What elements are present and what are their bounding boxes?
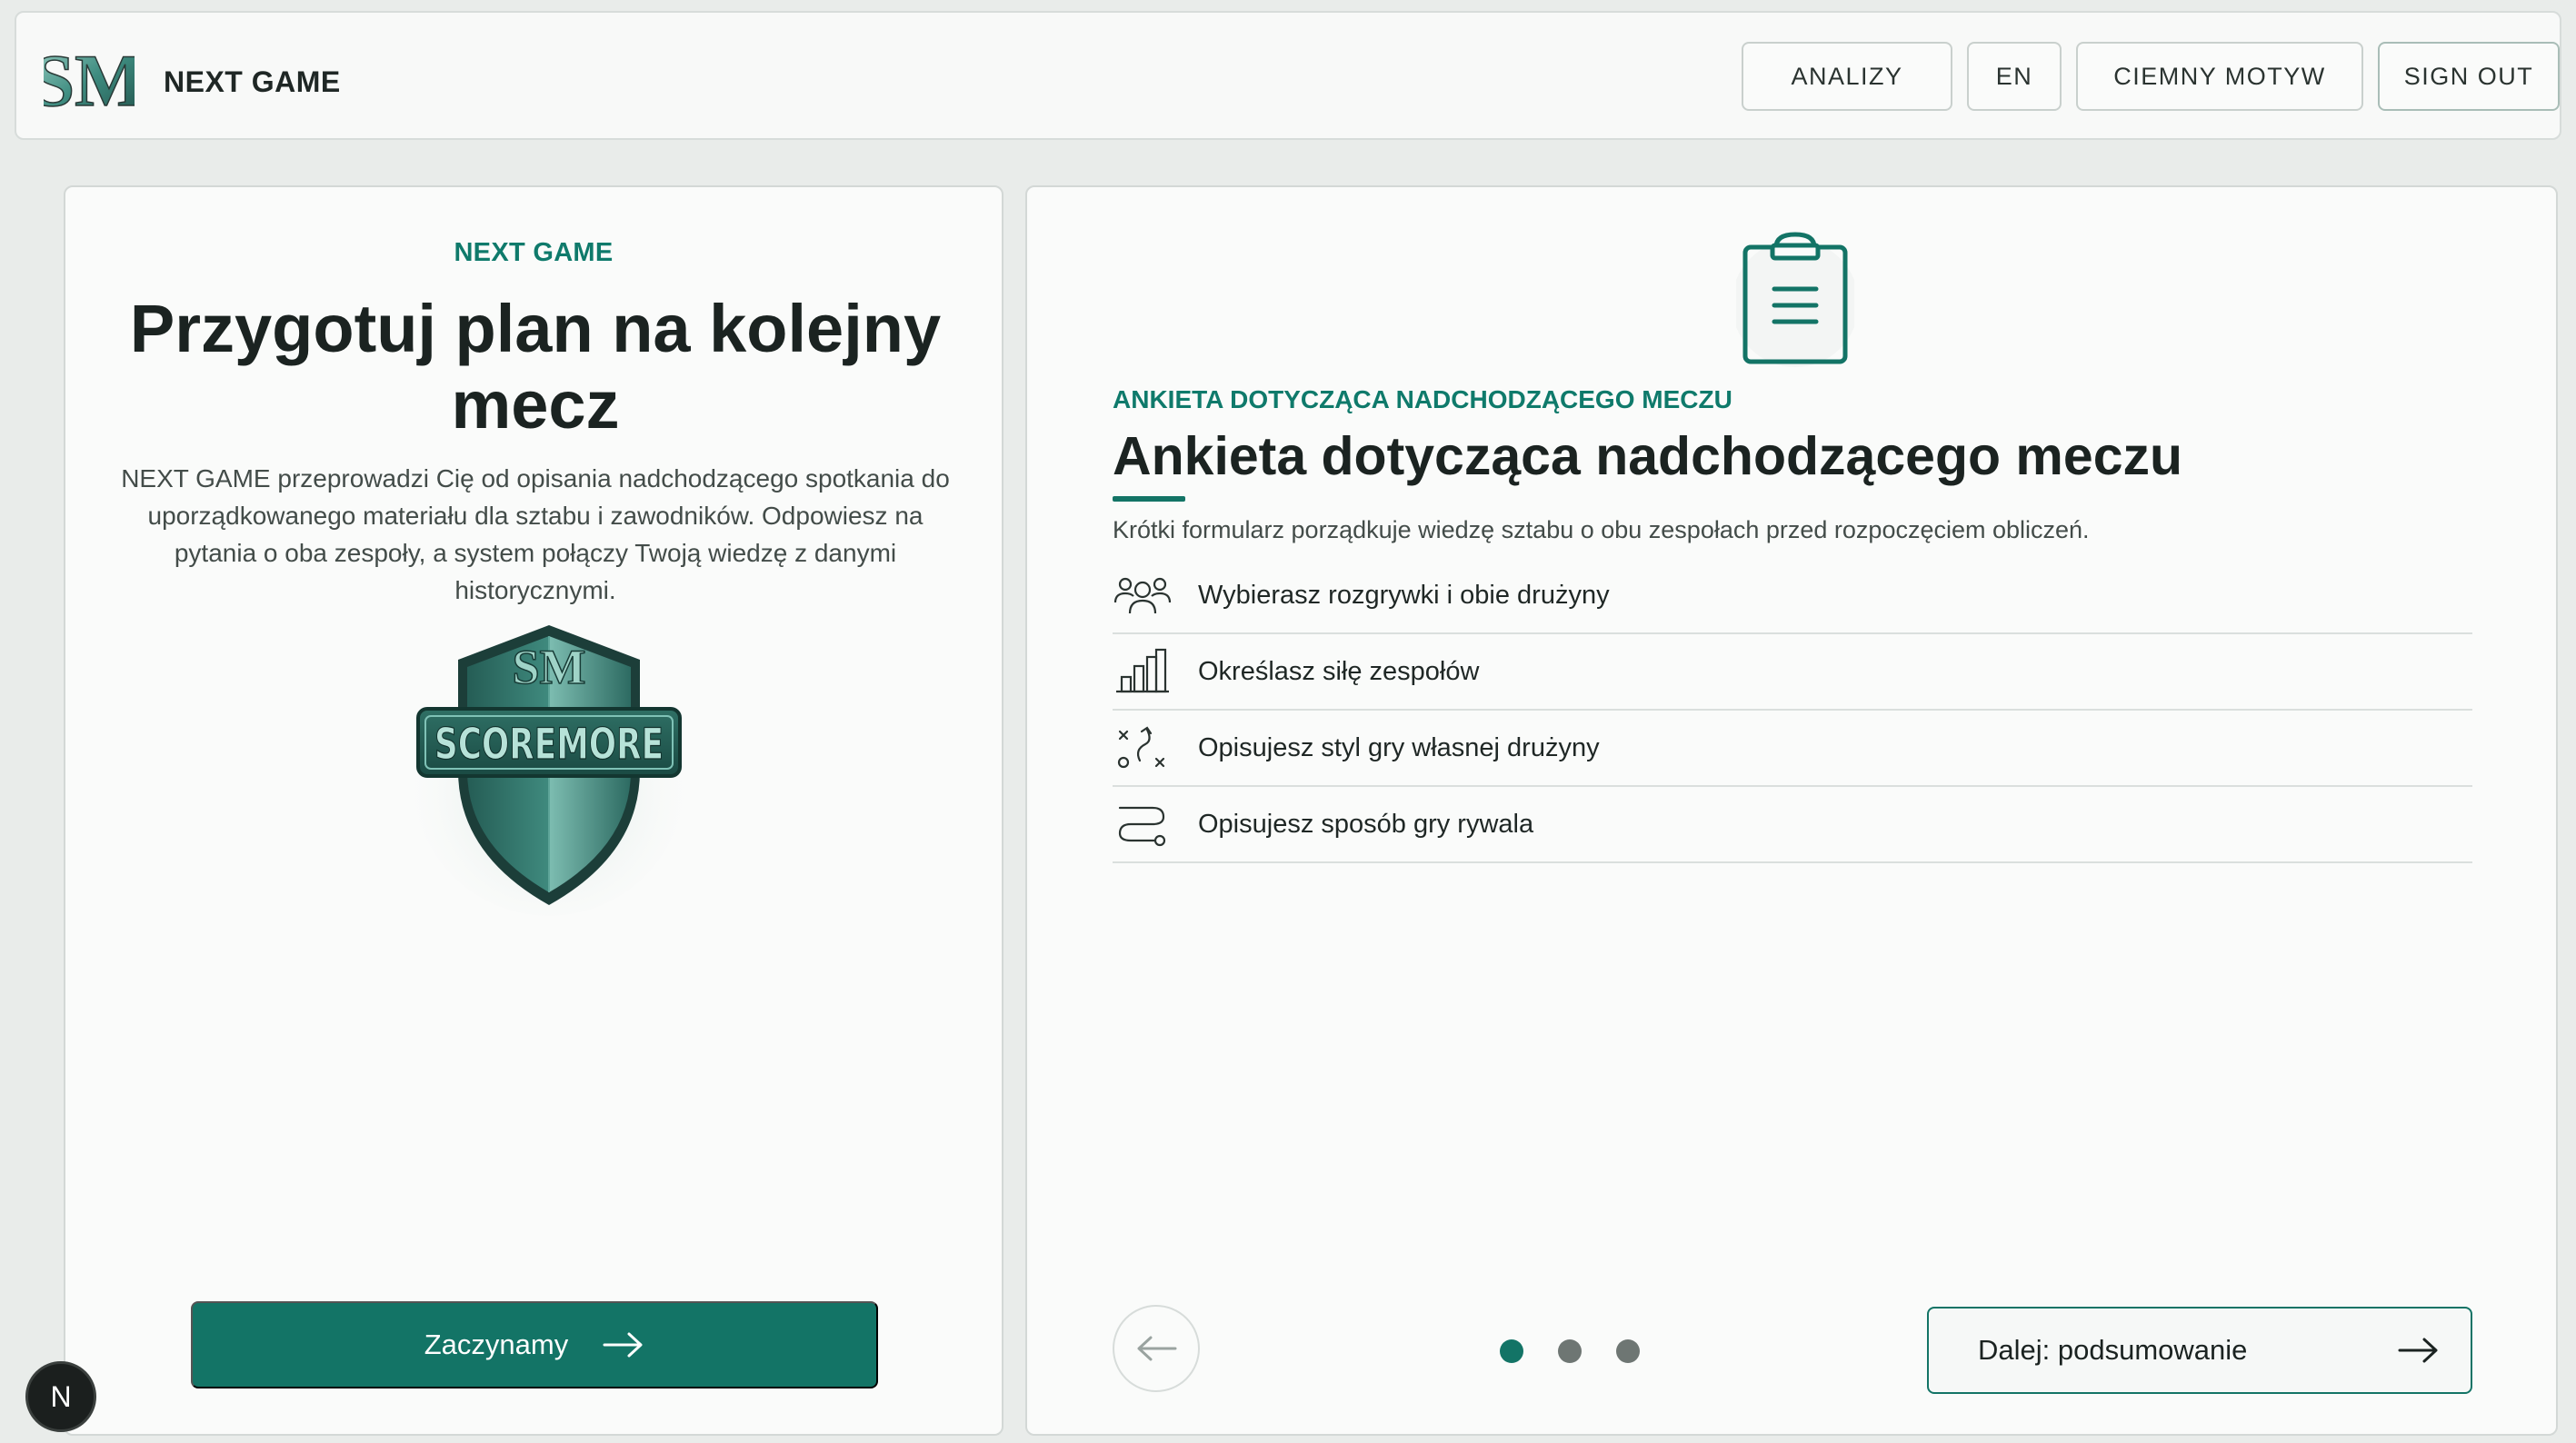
survey-description: Krótki formularz porządkuje wiedzę sztab… xyxy=(1113,516,2090,543)
step-label: Wybierasz rozgrywki i obie drużyny xyxy=(1198,580,1610,610)
intro-description: NEXT GAME przeprowadzi Cię od opisania n… xyxy=(121,464,950,604)
survey-panel: ANKIETA DOTYCZĄCA NADCHODZĄCEGO MECZU An… xyxy=(1025,185,2558,1436)
svg-text:SM: SM xyxy=(513,640,586,694)
analytics-button[interactable]: ANALIZY xyxy=(1742,42,1952,111)
bar-chart-icon xyxy=(1116,648,1169,693)
step-label: Opisujesz sposób gry rywala xyxy=(1198,809,1534,839)
svg-text:SM: SM xyxy=(44,39,135,122)
sign-out-button[interactable]: SIGN OUT xyxy=(2378,42,2560,111)
scoremore-logo-icon[interactable]: SM xyxy=(44,35,135,124)
language-button[interactable]: EN xyxy=(1967,42,2062,111)
step-label: Określasz siłę zespołów xyxy=(1198,656,1480,686)
list-item: Określasz siłę zespołów xyxy=(1113,634,2472,711)
top-bar: SM NEXT GAME ANALIZY EN CIEMNY MOTYW SIG… xyxy=(15,11,2561,140)
title-underline xyxy=(1113,496,1185,502)
list-item: Opisujesz sposób gry rywala xyxy=(1113,787,2472,863)
pagination-dot-1[interactable] xyxy=(1500,1339,1523,1363)
pagination-dot-2[interactable] xyxy=(1558,1339,1582,1363)
intro-title: Przygotuj plan na kolejny mecz xyxy=(129,291,942,443)
dark-theme-button[interactable]: CIEMNY MOTYW xyxy=(2076,42,2363,111)
scoremore-crest-icon: SM SCOREMORE xyxy=(413,625,685,916)
survey-title: Ankieta dotycząca nadchodzącego meczu xyxy=(1113,426,2183,486)
start-button-label: Zaczynamy xyxy=(424,1329,569,1360)
clipboard-icon xyxy=(1736,232,1854,367)
list-item: Wybierasz rozgrywki i obie drużyny xyxy=(1113,558,2472,634)
survey-steps-list: Wybierasz rozgrywki i obie drużyny Okreś… xyxy=(1113,558,2472,863)
pagination-dots xyxy=(1500,1339,1640,1363)
arrow-right-icon xyxy=(603,1332,643,1358)
survey-eyebrow: ANKIETA DOTYCZĄCA NADCHODZĄCEGO MECZU xyxy=(1113,385,1732,413)
list-item: Opisujesz styl gry własnej drużyny xyxy=(1113,711,2472,787)
step-label: Opisujesz styl gry własnej drużyny xyxy=(1198,732,1600,762)
tactics-icon xyxy=(1117,726,1165,769)
route-icon xyxy=(1118,806,1166,847)
start-button[interactable]: Zaczynamy xyxy=(191,1301,878,1388)
next-summary-button[interactable]: Dalej: podsumowanie xyxy=(1927,1307,2472,1394)
dev-tools-badge[interactable]: N xyxy=(25,1361,96,1432)
brand-name: NEXT GAME xyxy=(164,65,341,98)
arrow-left-icon xyxy=(1137,1336,1177,1361)
team-icon xyxy=(1113,577,1172,614)
intro-eyebrow: NEXT GAME xyxy=(454,238,614,267)
arrow-right-icon xyxy=(2398,1338,2438,1363)
next-button-label: Dalej: podsumowanie xyxy=(1978,1334,2248,1366)
previous-button[interactable] xyxy=(1113,1305,1200,1392)
svg-text:SCOREMORE: SCOREMORE xyxy=(434,720,664,770)
pagination-dot-3[interactable] xyxy=(1616,1339,1640,1363)
intro-panel: NEXT GAME Przygotuj plan na kolejny mecz… xyxy=(64,185,1003,1436)
